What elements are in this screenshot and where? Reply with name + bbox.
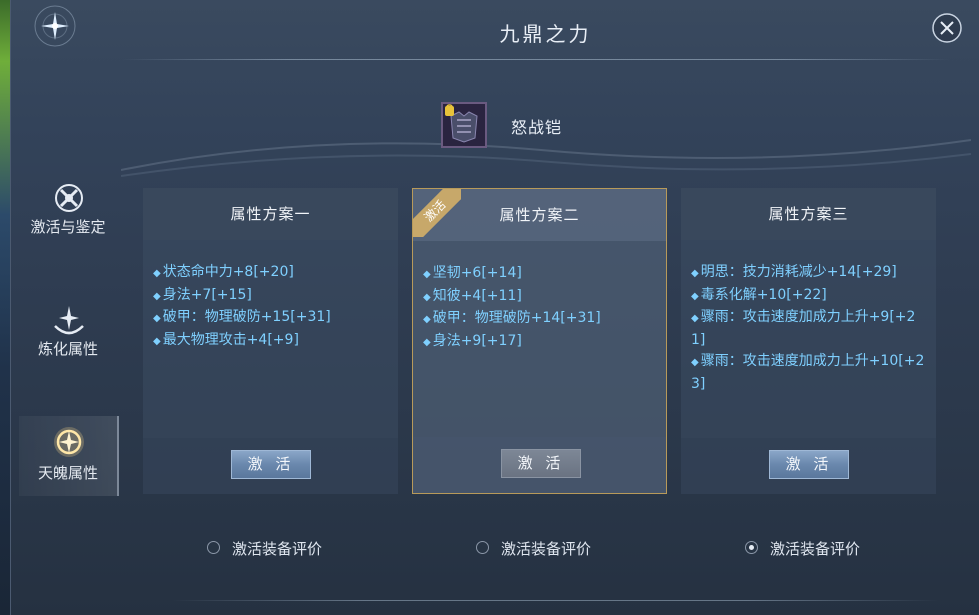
- evaluate-radio-2[interactable]: 激活装备评价: [476, 538, 591, 560]
- item-name: 怒战铠: [511, 118, 563, 137]
- attribute-line: ◆ 坚韧+6[+14]: [423, 265, 522, 281]
- close-icon[interactable]: [931, 12, 963, 44]
- evaluate-radio-3[interactable]: 激活装备评价: [745, 538, 860, 560]
- wave-decoration: [121, 139, 971, 177]
- attribute-plan-panel-2: 激活 属性方案二 ◆ 坚韧+6[+14] ◆ 知彼+4[+11] ◆ 破甲：物理破防+…: [412, 188, 667, 494]
- attribute-line: ◆ 骤雨：攻击速度加成力上升+10[+23]: [691, 353, 925, 392]
- sidebar-item-refine-attributes[interactable]: 炼化属性: [19, 300, 117, 380]
- background-game-scene: [0, 0, 10, 615]
- attribute-plan-panel-1: 属性方案一 ◆ 状态命中力+8[+20] ◆ 身法+7[+15] ◆ 破甲：物理破防+…: [143, 188, 398, 494]
- sword-shield-icon: [55, 184, 83, 212]
- window-title: 九鼎之力: [499, 22, 592, 46]
- attribute-line: ◆ 毒系化解+10[+22]: [691, 286, 827, 303]
- evaluate-radio-1[interactable]: 激活装备评价: [207, 538, 322, 560]
- radio-circle-icon: [745, 541, 758, 554]
- star-ornament-icon: [34, 5, 76, 47]
- sidebar-item-tianpo-attributes[interactable]: 天魄属性: [19, 416, 119, 496]
- attribute-line: ◆ 状态命中力+8[+20]: [153, 264, 294, 280]
- attribute-line: ◆ 知彼+4[+11]: [423, 287, 522, 304]
- activated-badge: 激活: [413, 189, 461, 237]
- attribute-line: ◆ 身法+9[+17]: [423, 332, 522, 349]
- activate-button[interactable]: 激 活: [231, 450, 311, 479]
- sidebar-item-label: 炼化属性: [37, 340, 98, 358]
- sparkle-wave-icon: [54, 306, 84, 335]
- sidebar-item-label: 激活与鉴定: [30, 218, 106, 236]
- bottom-divider: [171, 600, 940, 601]
- panel-title: 属性方案三: [681, 188, 936, 240]
- attribute-line: ◆ 明思：技力消耗减少+14[+29]: [691, 264, 897, 280]
- activate-button[interactable]: 激 活: [501, 449, 581, 478]
- attribute-line: ◆ 破甲：物理破防+15[+31]: [153, 309, 331, 325]
- attribute-line: ◆ 身法+7[+15]: [153, 286, 252, 303]
- item-slot[interactable]: [441, 102, 487, 148]
- sidebar-item-label: 天魄属性: [37, 464, 98, 482]
- attribute-plan-panel-3: 属性方案三 ◆ 明思：技力消耗减少+14[+29] ◆ 毒系化解+10[+22] ◆…: [681, 188, 936, 494]
- attribute-line: ◆ 破甲：物理破防+14[+31]: [423, 310, 601, 326]
- attribute-line: ◆ 骤雨：攻击速度加成力上升+9[+21]: [691, 309, 916, 348]
- sidebar-item-activate-identify[interactable]: 激活与鉴定: [19, 178, 117, 258]
- radio-circle-icon: [207, 541, 220, 554]
- armor-icon: [443, 104, 485, 146]
- glowing-orb-icon: [54, 427, 84, 457]
- panel-title: 属性方案一: [143, 188, 398, 240]
- radio-circle-icon: [476, 541, 489, 554]
- attribute-line: ◆ 最大物理攻击+4[+9]: [153, 331, 299, 348]
- title-divider: [121, 59, 950, 60]
- nine-tripod-window: 九鼎之力 激活与鉴定 炼化属性 天魄属性 怒战铠 属性方案一 ◆ 状态命中力+8…: [10, 0, 979, 615]
- activate-button[interactable]: 激 活: [769, 450, 849, 479]
